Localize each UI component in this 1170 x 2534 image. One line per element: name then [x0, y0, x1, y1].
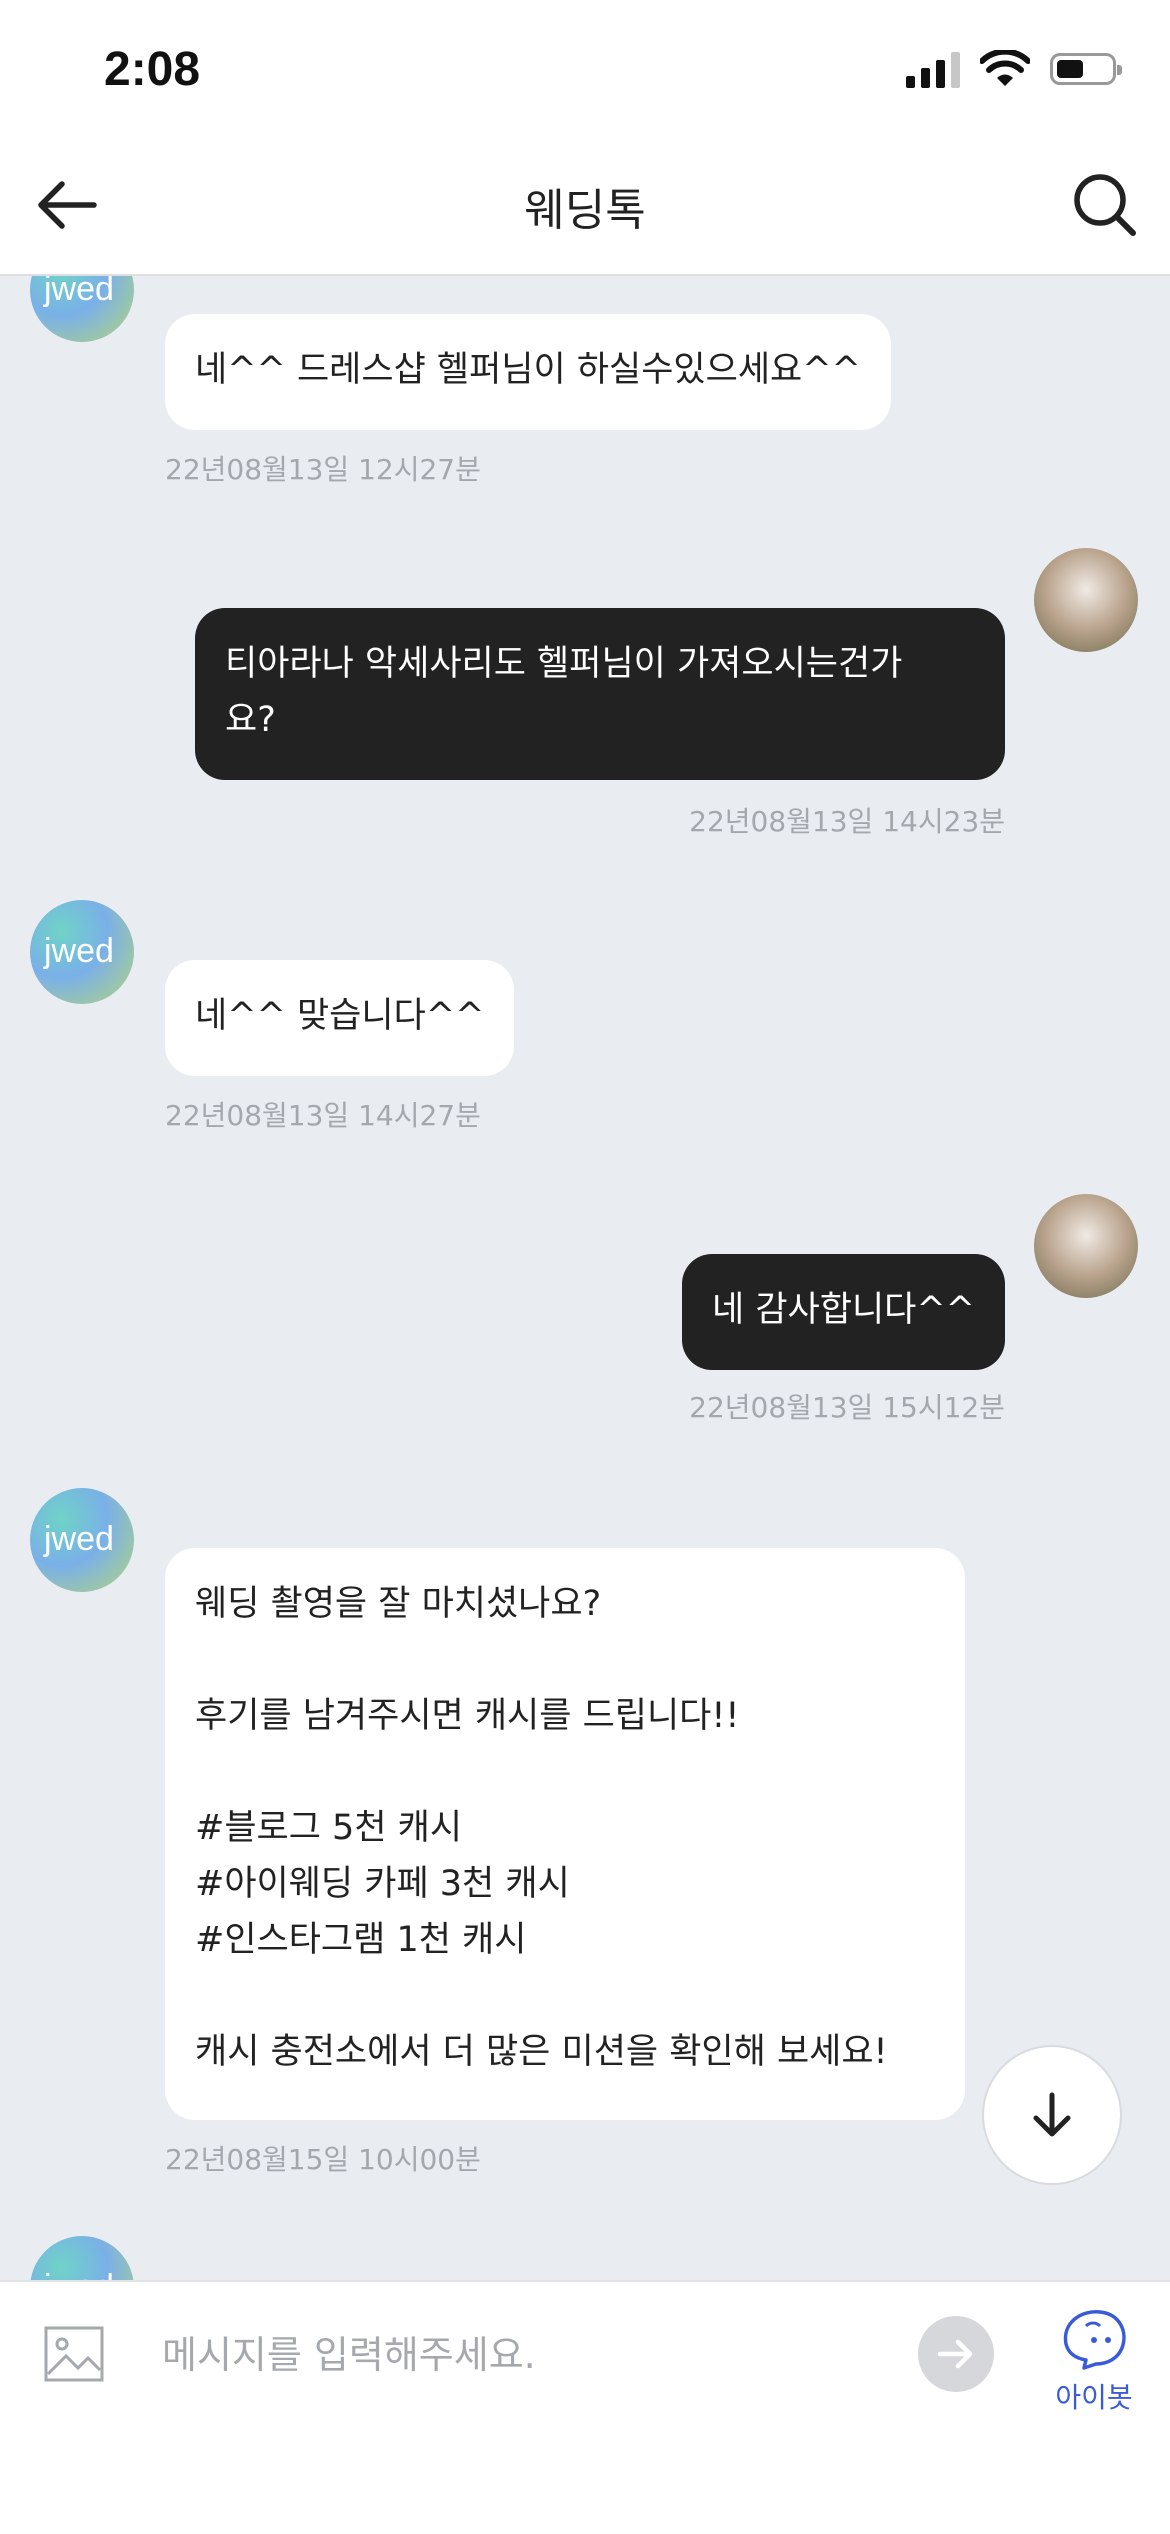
svg-text:jwed: jwed — [43, 2268, 114, 2280]
battery-icon — [1050, 53, 1122, 85]
status-icons — [906, 50, 1122, 88]
status-time: 2:08 — [104, 43, 201, 96]
message-bubble: 네^^ 맞습니다^^ — [165, 960, 515, 1076]
svg-text:jwed: jwed — [43, 274, 114, 308]
logo-icon: jwed — [43, 274, 114, 308]
app-header: 2:08 웨딩톡 — [0, 0, 1170, 276]
bot-avatar: jwed — [30, 2236, 134, 2280]
attach-image-button[interactable] — [42, 2322, 106, 2386]
message-input-bar: 아이봇 — [0, 2280, 1170, 2534]
message-input[interactable] — [160, 2312, 904, 2398]
bot-avatar: jwed — [30, 274, 134, 342]
message-timestamp: 22년08월13일 14시23분 — [689, 805, 1005, 838]
chatbot-label: 아이봇 — [1055, 2381, 1133, 2414]
message-bubble: 네 감사합니다^^ — [682, 1254, 1005, 1370]
wifi-icon — [980, 50, 1030, 86]
message-bubble: 네^^ 드레스샵 헬퍼님이 하실수있으세요^^ — [165, 314, 891, 430]
chat-list[interactable]: jwed 네^^ 드레스샵 헬퍼님이 하실수있으세요^^ 22년08월13일 1… — [0, 274, 1170, 2280]
chatbot-button[interactable]: 아이봇 — [1046, 2306, 1142, 2416]
bot-avatar: jwed — [30, 1488, 134, 1592]
arrow-right-icon — [937, 2339, 973, 2369]
svg-text:jwed: jwed — [43, 932, 114, 970]
message-timestamp: 22년08월13일 14시27분 — [165, 1099, 481, 1132]
chatbot-face-icon — [1063, 2310, 1126, 2370]
page-title: 웨딩톡 — [524, 185, 646, 236]
search-icon — [1074, 174, 1136, 236]
message-timestamp: 22년08월13일 12시27분 — [165, 453, 481, 486]
signal-icon — [906, 50, 960, 88]
message-bubble: 티아라나 악세사리도 헬퍼님이 가져오시는건가 요? — [195, 608, 1005, 780]
image-icon — [44, 2326, 104, 2382]
logo-icon: jwed — [43, 932, 114, 970]
user-avatar — [1034, 548, 1138, 652]
search-button[interactable] — [1070, 170, 1140, 240]
send-button[interactable] — [918, 2316, 994, 2392]
user-avatar — [1034, 1194, 1138, 1298]
arrow-down-icon — [1033, 2092, 1071, 2137]
message-timestamp: 22년08월13일 15시12분 — [689, 1391, 1005, 1424]
message-bubble: 웨딩 촬영을 잘 마치셨나요? 후기를 남겨주시면 캐시를 드립니다!! #블로… — [165, 1548, 965, 2120]
logo-icon: jwed — [43, 2268, 114, 2280]
scroll-down-button[interactable] — [982, 2045, 1122, 2185]
logo-icon: jwed — [43, 1520, 114, 1558]
bot-avatar: jwed — [30, 900, 134, 1004]
svg-text:jwed: jwed — [43, 1520, 114, 1558]
message-timestamp: 22년08월15일 10시00분 — [165, 2143, 481, 2176]
